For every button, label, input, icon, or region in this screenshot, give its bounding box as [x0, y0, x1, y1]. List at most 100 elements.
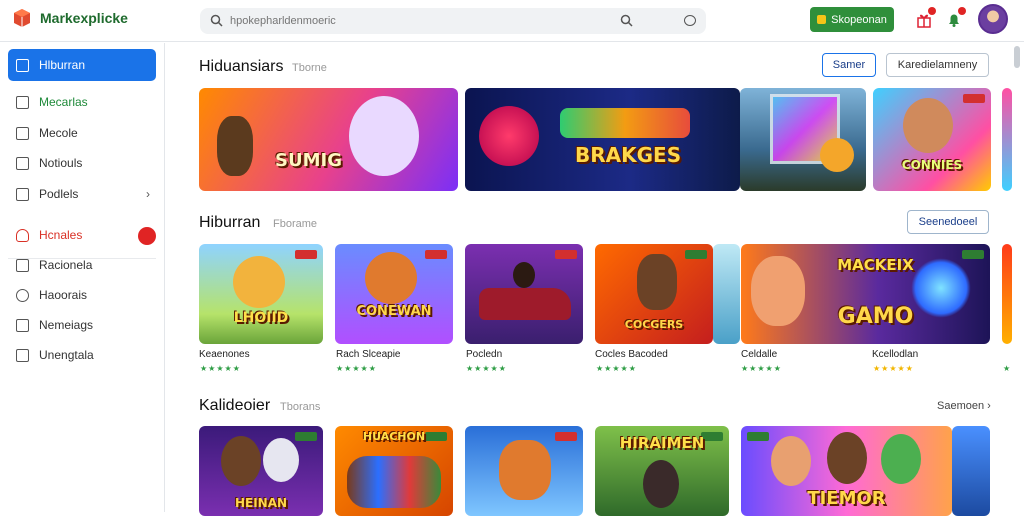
see-more-label: Saemoen [937, 400, 985, 412]
gift-button[interactable] [914, 7, 936, 30]
scrollbar-thumb[interactable] [1014, 46, 1020, 68]
game-card-image[interactable] [465, 244, 583, 344]
game-card-image[interactable]: HUACHON [335, 426, 453, 516]
tag-icon [16, 318, 29, 332]
featured-tile[interactable]: CONNIES [873, 88, 991, 191]
driver-character [513, 262, 535, 288]
sidebar-item-racionela[interactable]: Racionela [8, 250, 156, 280]
heart-emblem [479, 106, 539, 166]
notifications-button[interactable] [944, 7, 966, 30]
app-name: Markexplicke [40, 10, 128, 26]
document-icon [16, 348, 29, 362]
coin-icon [817, 15, 827, 24]
featured-tile[interactable]: SUMIG [199, 88, 458, 191]
sidebar-item-label: Mecole [39, 126, 78, 140]
calendar-icon [16, 156, 29, 170]
section-title: Kalideoier [199, 397, 271, 414]
creature-character [881, 434, 921, 484]
sidebar-item-label: Haoorais [39, 288, 88, 302]
game-card-image[interactable]: TIEMOR [741, 426, 952, 516]
badge-tag [555, 250, 577, 259]
hero-character [771, 436, 811, 486]
fire-icon [16, 228, 29, 242]
game-banner-title: BRAKGES [575, 143, 682, 167]
user-avatar[interactable] [978, 4, 1008, 34]
sidebar-item-notiouls[interactable]: Notiouls [8, 148, 156, 178]
sidebar-item-hcnales[interactable]: Hcnales [8, 220, 156, 250]
game-card-image-partial[interactable] [952, 426, 990, 516]
section-title: Hiburran [199, 214, 261, 231]
sidebar-item-label: Hcnales [39, 228, 83, 242]
sidebar-item-hlburran[interactable]: Hlburran [8, 49, 156, 81]
chevron-right-icon: › [146, 187, 150, 201]
badge-tag [685, 250, 707, 259]
sidebar-item-haoorais[interactable]: Haoorais [8, 280, 156, 310]
search-bar[interactable] [200, 8, 706, 34]
game-card-title[interactable]: Keaenones [199, 349, 250, 360]
game-card-title[interactable]: Cocles Bacoded [595, 349, 668, 360]
rating-stars: ★★★★★ [466, 364, 507, 373]
badge-tag [295, 432, 317, 441]
sidebar-item-unengtala[interactable]: Unengtala [8, 340, 156, 370]
game-card-image[interactable]: LHOIID [199, 244, 323, 344]
rating-stars: ★ [1003, 364, 1012, 373]
game-card-image[interactable]: CONEWAN [335, 244, 453, 344]
cta-button[interactable]: Skopeonan [810, 7, 894, 32]
game-card-image[interactable]: COCGERS [595, 244, 713, 344]
sidebar-item-label: Hlburran [39, 58, 86, 72]
sidebar-item-mecole[interactable]: Mecole [8, 118, 156, 148]
badge-tag [555, 432, 577, 441]
sidebar-item-label: Mecarlas [39, 95, 88, 109]
see-more-link[interactable]: Saemoen › [937, 400, 991, 412]
sidebar-item-label: Notiouls [39, 156, 83, 170]
hero-character [221, 436, 261, 486]
sidebar-item-nemeiags[interactable]: Nemeiags [8, 310, 156, 340]
sidebar-item-podlels[interactable]: Podlels › [8, 179, 156, 209]
section-button[interactable]: Seenedoeel [907, 210, 989, 234]
game-card-title[interactable]: Rach Slceapie [336, 349, 400, 360]
section-button[interactable]: Karedielamneny [886, 53, 989, 77]
sidebar-item-mecarlas[interactable]: Mecarlas [8, 87, 156, 117]
game-banner-title: SUMIG [275, 150, 342, 171]
shield-icon [16, 288, 29, 302]
badge-tag [295, 250, 317, 259]
game-banner-title: GAMO [837, 304, 914, 329]
puzzle-icon [16, 187, 29, 201]
search-submit-icon[interactable] [620, 14, 633, 27]
game-card-image-partial[interactable] [1002, 244, 1012, 344]
sidebar: Hlburran Mecarlas Mecole Notiouls Podlel… [0, 43, 165, 512]
section-subtitle: Tborans [280, 401, 321, 413]
creature-character [820, 138, 854, 172]
game-card-title[interactable]: Pocledn [466, 349, 502, 360]
top-bar: Markexplicke Skopeonan [0, 0, 1024, 42]
section-button[interactable]: Samer [822, 53, 876, 77]
sidebar-item-label: Unengtala [39, 348, 94, 362]
hero-character [827, 432, 867, 484]
featured-tile[interactable]: BRAKGES [465, 88, 740, 191]
gift-badge [928, 7, 936, 15]
game-card-image-partial[interactable] [713, 244, 740, 344]
rating-stars: ★★★★★ [200, 364, 241, 373]
game-banner-title: COCGERS [624, 318, 684, 331]
camera-icon[interactable] [684, 15, 696, 26]
game-card-title[interactable]: Celdalle [741, 349, 777, 360]
game-card-image[interactable]: HIRAIMEN [595, 426, 729, 516]
cube-logo-icon [14, 9, 30, 27]
hero-character [637, 254, 677, 310]
rating-stars: ★★★★★ [741, 364, 782, 373]
game-banner-title: CONNIES [901, 158, 963, 172]
game-card-image[interactable]: HEINAN [199, 426, 323, 516]
game-card-image[interactable]: MACKEIX GAMO [741, 244, 990, 344]
mascot-character [365, 252, 417, 304]
featured-tile-partial[interactable] [1002, 88, 1012, 191]
game-card-title[interactable]: Kcellodlan [872, 349, 918, 360]
car-graphic [479, 288, 571, 320]
game-banner-title: HIRAIMEN [619, 434, 705, 452]
featured-tile[interactable] [740, 88, 866, 191]
game-card-image[interactable] [465, 426, 583, 516]
app-logo[interactable]: Markexplicke [12, 8, 128, 28]
sidebar-item-label: Podlels [39, 187, 79, 201]
badge-tag [425, 250, 447, 259]
search-input[interactable] [230, 8, 610, 34]
search-icon [210, 14, 223, 27]
